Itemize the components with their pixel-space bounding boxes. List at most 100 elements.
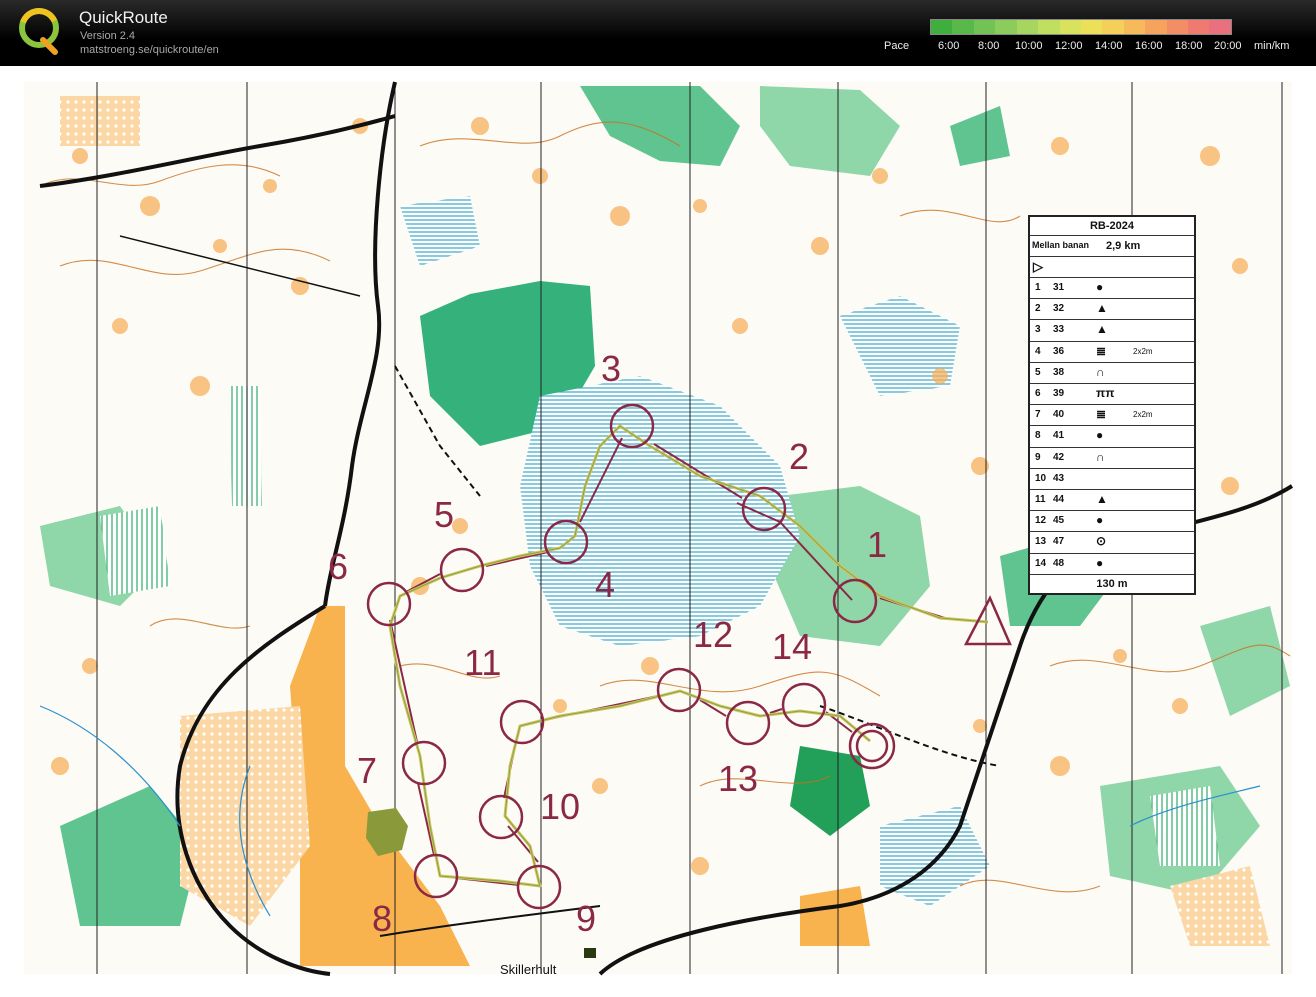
control-number-1: 1 [867, 524, 888, 565]
sheet-control-code: 42 [1053, 451, 1065, 463]
sheet-control-number: 14 [1035, 557, 1047, 569]
sheet-row-divider [1030, 256, 1194, 257]
pace-unit: min/km [1254, 40, 1290, 52]
pace-tick: 12:00 [1055, 40, 1083, 52]
sheet-feature-symbol: ▲ [1096, 492, 1108, 506]
control-number-3: 3 [601, 348, 622, 389]
sheet-row-divider [1030, 531, 1194, 533]
sheet-feature-symbol: ▲ [1096, 301, 1108, 316]
map-canvas[interactable]: 1 2 3 4 5 6 7 8 9 10 11 12 13 14 Skiller… [0, 66, 1316, 997]
sheet-control-number: 1 [1035, 282, 1041, 293]
sheet-row-divider [1030, 277, 1194, 278]
sheet-finish-distance: 130 m [1096, 577, 1128, 590]
control-number-9: 9 [576, 898, 597, 939]
sheet-row-divider [1030, 489, 1194, 490]
sheet-dimension: 2x2m [1133, 410, 1153, 420]
sheet-row-divider [1030, 425, 1194, 427]
pace-label: Pace [884, 40, 910, 52]
sheet-feature-symbol: ≣ [1096, 343, 1107, 358]
sheet-control-number: 8 [1035, 430, 1041, 442]
pace-color-swatch [1080, 20, 1103, 34]
control-number-11: 11 [464, 642, 502, 683]
sheet-row-divider [1030, 298, 1194, 300]
sheet-course-length: 2,9 km [1106, 240, 1141, 252]
sheet-feature-symbol: ● [1096, 555, 1104, 570]
control-number-2: 2 [789, 436, 810, 477]
sheet-control-code: 36 [1053, 345, 1065, 357]
place-name: Skillerhult [500, 962, 557, 977]
sheet-event-name: RB-2024 [1089, 220, 1135, 232]
pace-color-swatch [1188, 20, 1210, 34]
control-number-6: 6 [328, 546, 349, 587]
sheet-row-divider [1030, 467, 1194, 469]
pace-tick: 10:00 [1015, 40, 1043, 52]
pace-color-swatch [1209, 20, 1231, 34]
pace-color-swatch [1016, 20, 1039, 34]
sheet-feature-symbol: ≣ [1096, 407, 1107, 422]
control-number-10: 10 [540, 786, 581, 827]
pace-tick: 8:00 [978, 40, 1000, 52]
pace-color-swatch [1123, 20, 1146, 34]
pace-tick: 18:00 [1175, 40, 1203, 52]
sheet-control-code: 32 [1053, 303, 1065, 315]
sheet-control-code: 47 [1053, 536, 1065, 548]
pace-color-swatch [1102, 20, 1124, 34]
sheet-feature-symbol: ⊙ [1096, 534, 1107, 549]
pace-color-swatch [973, 20, 996, 34]
sheet-control-number: 7 [1035, 409, 1041, 421]
sheet-course-name: Mellan banan [1032, 240, 1090, 250]
sheet-control-code: 43 [1053, 472, 1065, 484]
sheet-row-divider [1030, 319, 1194, 321]
sheet-control-code: 38 [1053, 366, 1065, 378]
sheet-feature-symbol: ∩ [1096, 449, 1105, 464]
sheet-row-divider [1030, 361, 1194, 363]
sheet-control-number: 9 [1035, 451, 1041, 463]
sheet-feature-symbol: ● [1096, 513, 1104, 528]
sheet-row-divider [1030, 383, 1194, 384]
pace-tick: 6:00 [938, 40, 960, 52]
pace-color-swatch [995, 20, 1017, 34]
quickroute-logo-icon [19, 8, 59, 55]
sheet-row-divider [1030, 340, 1194, 342]
pace-color-swatch [1166, 20, 1189, 34]
pace-tick: 20:00 [1214, 40, 1242, 52]
control-number-14: 14 [772, 626, 813, 667]
sheet-control-number: 12 [1035, 515, 1047, 527]
sheet-row-divider [1030, 235, 1194, 236]
sheet-control-number: 3 [1035, 324, 1041, 336]
control-number-13: 13 [718, 758, 759, 799]
sheet-control-code: 31 [1053, 282, 1065, 293]
sheet-feature-symbol: ● [1096, 280, 1104, 294]
control-number-7: 7 [357, 750, 378, 791]
app-title: QuickRoute [79, 8, 168, 27]
pace-color-scale [930, 19, 1232, 35]
pace-color-swatch [1145, 20, 1167, 34]
sheet-control-code: 39 [1053, 388, 1065, 399]
app-url[interactable]: matstroeng.se/quickroute/en [80, 44, 219, 56]
sheet-control-number: 13 [1035, 536, 1047, 548]
sheet-control-code: 40 [1053, 409, 1065, 421]
sheet-control-number: 4 [1035, 345, 1041, 357]
app-version: Version 2.4 [80, 30, 136, 42]
title-bar: QuickRoute Version 2.4 matstroeng.se/qui… [0, 0, 1316, 66]
sheet-control-code: 48 [1053, 557, 1065, 569]
sheet-control-code: 45 [1053, 515, 1065, 527]
sheet-control-number: 11 [1035, 494, 1046, 505]
sheet-control-code: 41 [1053, 430, 1065, 442]
pace-tick: 16:00 [1135, 40, 1163, 52]
control-description-sheet: RB-2024 Mellan banan 2,9 km ▷ 1 31 ● 2 32 ▲ 3 33 ▲ 4 3… [1028, 215, 1196, 595]
pace-color-swatch [931, 20, 953, 34]
pace-color-swatch [952, 20, 974, 34]
control-number-4: 4 [595, 564, 616, 605]
sheet-control-number: 10 [1035, 472, 1047, 484]
sheet-row-divider [1030, 510, 1194, 512]
pace-tick: 14:00 [1095, 40, 1123, 52]
start-symbol-icon: ▷ [1033, 259, 1043, 274]
control-number-8: 8 [372, 898, 393, 939]
sheet-row-divider [1030, 552, 1194, 554]
sheet-control-number: 2 [1035, 303, 1041, 315]
sheet-control-number: 6 [1035, 388, 1041, 399]
pace-color-swatch [1059, 20, 1081, 34]
sheet-feature-symbol: ∩ [1096, 364, 1105, 379]
sheet-row-divider [1030, 404, 1194, 406]
